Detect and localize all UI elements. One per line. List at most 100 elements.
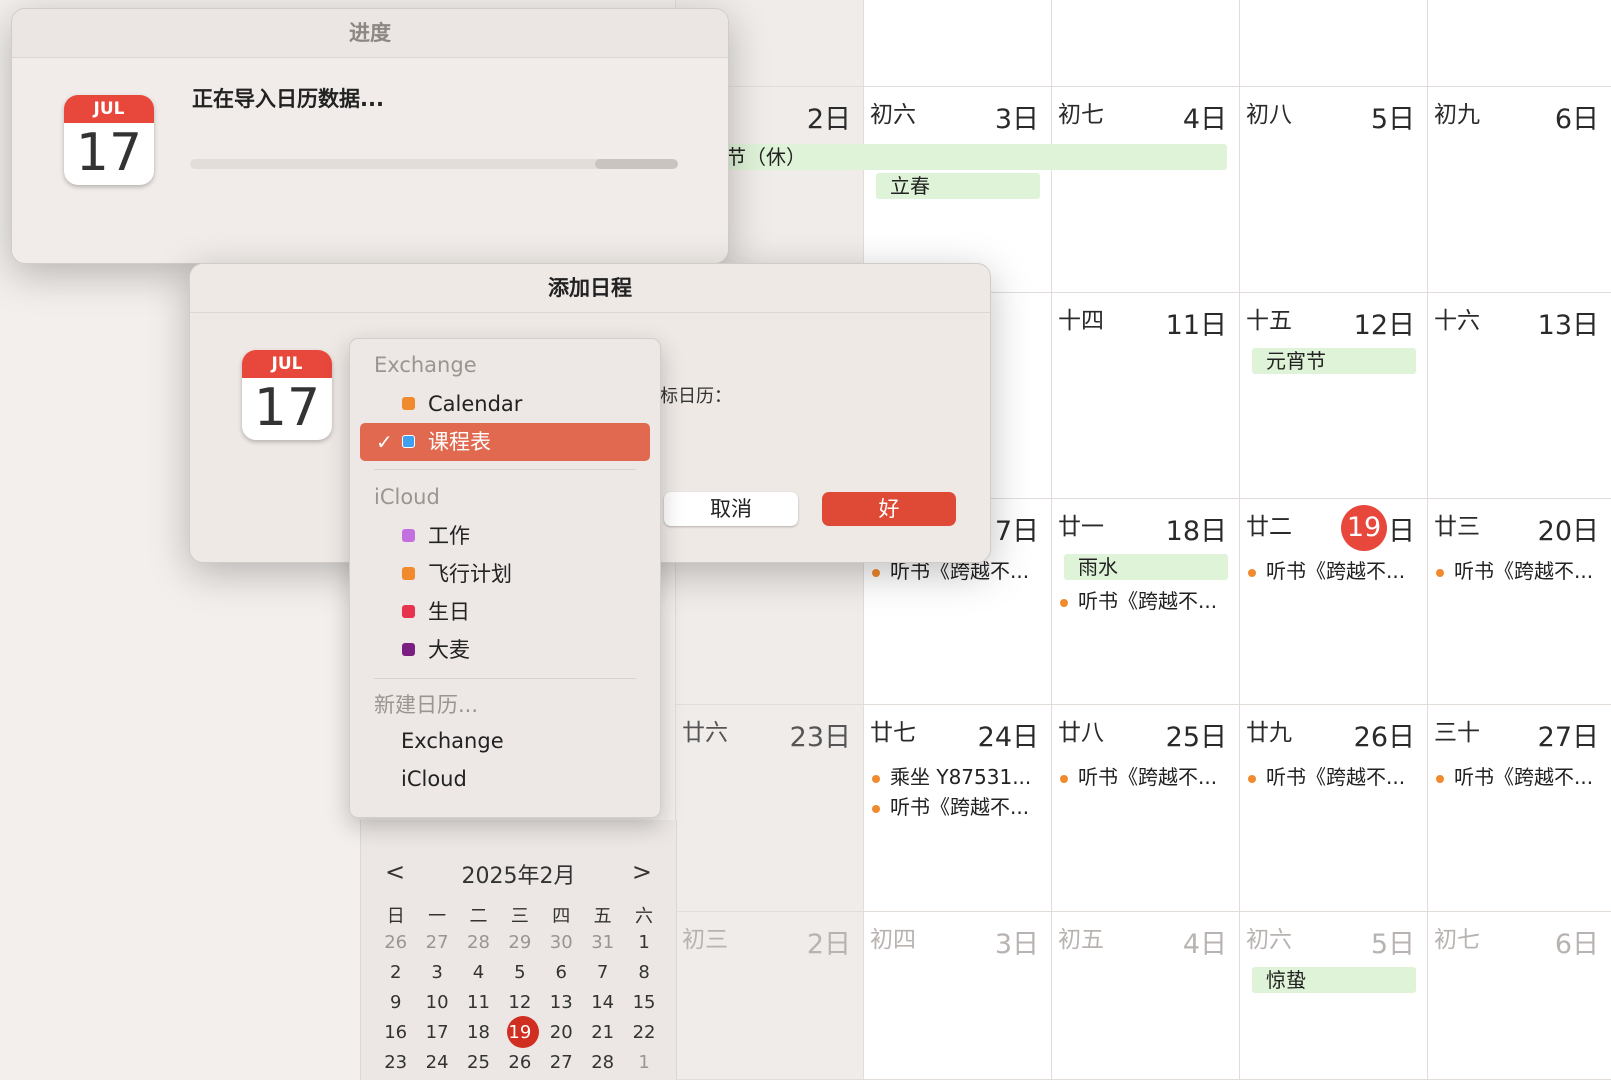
next-month-button[interactable]: > xyxy=(632,858,652,886)
day-cell[interactable]: 初七 6日 xyxy=(1427,912,1611,1080)
mini-day[interactable]: 2 xyxy=(375,962,416,983)
mini-day[interactable]: 18 xyxy=(458,1022,499,1043)
day-cell[interactable]: 初六 5日 惊蛰 xyxy=(1239,912,1427,1080)
event-lichun[interactable]: 立春 xyxy=(876,173,1040,199)
mini-day[interactable]: 1 xyxy=(623,932,664,953)
mini-day[interactable]: 13 xyxy=(541,992,582,1013)
mini-day[interactable]: 27 xyxy=(541,1052,582,1073)
event-item[interactable]: 听书《跨越不... xyxy=(1060,585,1217,614)
mini-day[interactable]: 23 xyxy=(375,1052,416,1073)
mini-day[interactable]: 1 xyxy=(623,1052,664,1073)
ok-button[interactable]: 好 xyxy=(822,492,956,526)
mini-day[interactable]: 12 xyxy=(499,992,540,1013)
day-cell[interactable]: 初八 5日 xyxy=(1239,87,1427,293)
day-cell[interactable]: 廿七 24日 乘坐 Y87531... 听书《跨越不... xyxy=(863,705,1051,912)
day-number: 4日 xyxy=(1182,104,1227,135)
mini-day[interactable]: 31 xyxy=(582,932,623,953)
mini-day[interactable]: 5 xyxy=(499,962,540,983)
cancel-button[interactable]: 取消 xyxy=(664,492,798,526)
mini-day[interactable]: 15 xyxy=(623,992,664,1013)
event-jingzhe[interactable]: 惊蛰 xyxy=(1252,967,1416,993)
day-cell[interactable]: 三十 27日 听书《跨越不... xyxy=(1427,705,1611,912)
mini-day[interactable]: 6 xyxy=(541,962,582,983)
mini-day[interactable]: 11 xyxy=(458,992,499,1013)
mini-day[interactable]: 30 xyxy=(541,932,582,953)
progress-bar-fill xyxy=(595,159,678,169)
lunar-date: 十五 xyxy=(1246,308,1292,334)
day-cell[interactable]: 初五 4日 xyxy=(1051,912,1239,1080)
mini-day[interactable]: 10 xyxy=(416,992,457,1013)
menu-item-label: 大麦 xyxy=(428,638,470,662)
day-cell[interactable]: 廿六 23日 xyxy=(675,705,863,912)
event-item[interactable]: 听书《跨越不... xyxy=(1436,761,1593,790)
event-title: 听书《跨越不... xyxy=(1266,559,1406,583)
day-number: 23日 xyxy=(789,722,851,753)
menu-item-flight-plan[interactable]: 飞行计划 xyxy=(360,555,650,593)
day-cell[interactable]: 十五 12日 元宵节 xyxy=(1239,293,1427,499)
mini-day-today[interactable]: 19 xyxy=(499,1022,540,1043)
day-cell[interactable]: 廿九 26日 听书《跨越不... xyxy=(1239,705,1427,912)
day-cell[interactable]: 初九 6日 xyxy=(1427,87,1611,293)
day-cell[interactable]: 廿三 20日 听书《跨越不... xyxy=(1427,499,1611,705)
event-spring-festival-holiday[interactable]: 节（休） xyxy=(722,144,1227,170)
weekday-label: 五 xyxy=(593,906,612,927)
event-item[interactable]: 听书《跨越不... xyxy=(872,791,1029,820)
day-cell[interactable] xyxy=(1427,0,1611,87)
mini-day[interactable]: 28 xyxy=(582,1052,623,1073)
day-cell[interactable]: 廿一 18日 雨水 听书《跨越不... xyxy=(1051,499,1239,705)
weekday-label: 四 xyxy=(552,906,571,927)
event-yuanxiao[interactable]: 元宵节 xyxy=(1252,348,1416,374)
today-marker: 19 xyxy=(1341,505,1387,551)
day-number: 13日 xyxy=(1537,310,1599,341)
mini-day[interactable]: 21 xyxy=(582,1022,623,1043)
mini-day[interactable]: 4 xyxy=(458,962,499,983)
menu-item-new-exchange[interactable]: Exchange xyxy=(360,722,650,760)
event-yushui[interactable]: 雨水 xyxy=(1064,554,1228,580)
day-cell-today[interactable]: 廿二 19 日 听书《跨越不... xyxy=(1239,499,1427,705)
menu-item-work[interactable]: 工作 xyxy=(360,517,650,555)
day-cell[interactable] xyxy=(1051,0,1239,87)
color-swatch-icon xyxy=(402,605,415,618)
event-item[interactable]: 听书《跨越不... xyxy=(1248,555,1405,584)
mini-day[interactable]: 27 xyxy=(416,932,457,953)
menu-item-schedule[interactable]: ✓ 课程表 xyxy=(360,423,650,461)
mini-day[interactable]: 26 xyxy=(499,1052,540,1073)
mini-day[interactable]: 22 xyxy=(623,1022,664,1043)
lunar-date: 廿二 xyxy=(1246,514,1292,540)
mini-day[interactable]: 14 xyxy=(582,992,623,1013)
day-cell[interactable]: 十六 13日 xyxy=(1427,293,1611,499)
mini-weekday-row: 日 一 二 三 四 五 六 xyxy=(375,902,665,928)
day-cell[interactable] xyxy=(863,0,1051,87)
mini-day[interactable]: 26 xyxy=(375,932,416,953)
menu-item-damai[interactable]: 大麦 xyxy=(360,631,650,669)
mini-day[interactable]: 8 xyxy=(623,962,664,983)
mini-day[interactable]: 28 xyxy=(458,932,499,953)
menu-item-new-icloud[interactable]: iCloud xyxy=(360,760,650,798)
mini-day[interactable]: 7 xyxy=(582,962,623,983)
mini-day[interactable]: 24 xyxy=(416,1052,457,1073)
day-cell[interactable]: 十四 11日 xyxy=(1051,293,1239,499)
event-item[interactable]: 听书《跨越不... xyxy=(1248,761,1405,790)
mini-day[interactable]: 20 xyxy=(541,1022,582,1043)
color-swatch-icon xyxy=(402,567,415,580)
event-item[interactable]: 听书《跨越不... xyxy=(1436,555,1593,584)
mini-day[interactable]: 9 xyxy=(375,992,416,1013)
mini-day[interactable]: 29 xyxy=(499,932,540,953)
day-cell[interactable]: 初三 2日 xyxy=(675,912,863,1080)
day-cell[interactable] xyxy=(1239,0,1427,87)
mini-calendar-title: 2025年2月 xyxy=(461,864,576,889)
event-item-flight[interactable]: 乘坐 Y87531... xyxy=(872,761,1031,790)
lunar-date: 初六 xyxy=(870,102,916,128)
lunar-date: 初五 xyxy=(1058,927,1104,953)
menu-item-birthday[interactable]: 生日 xyxy=(360,593,650,631)
color-swatch-icon xyxy=(402,435,415,448)
day-cell[interactable]: 初七 4日 xyxy=(1051,87,1239,293)
mini-day[interactable]: 3 xyxy=(416,962,457,983)
day-cell[interactable]: 廿八 25日 听书《跨越不... xyxy=(1051,705,1239,912)
mini-day[interactable]: 17 xyxy=(416,1022,457,1043)
mini-day[interactable]: 16 xyxy=(375,1022,416,1043)
menu-item-calendar[interactable]: Calendar xyxy=(360,385,650,423)
day-cell[interactable]: 初四 3日 xyxy=(863,912,1051,1080)
mini-day[interactable]: 25 xyxy=(458,1052,499,1073)
event-item[interactable]: 听书《跨越不... xyxy=(1060,761,1217,790)
